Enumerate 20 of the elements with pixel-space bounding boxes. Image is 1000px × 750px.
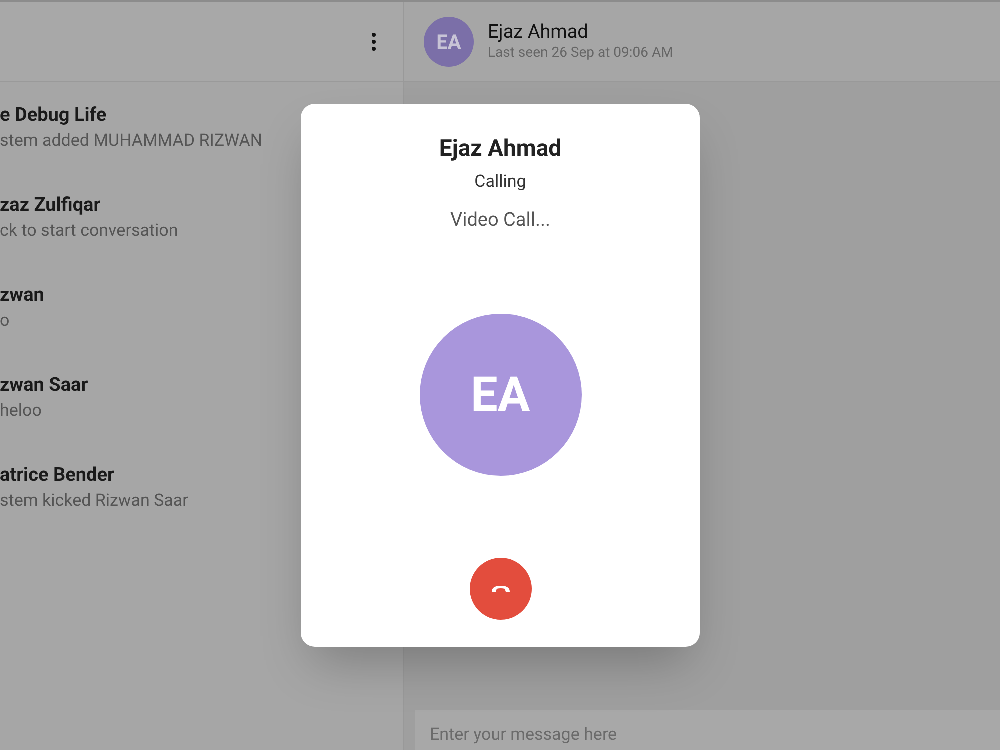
hang-up-icon — [490, 584, 510, 594]
call-status: Calling — [474, 171, 526, 194]
call-type: Video Call... — [450, 207, 551, 233]
contact-name: atrice Bender — [0, 462, 114, 488]
message-preview: ck to start conversation — [0, 220, 178, 243]
caller-avatar: EA — [420, 314, 582, 476]
more-options-icon[interactable] — [371, 32, 377, 52]
contact-name: zwan — [0, 282, 44, 308]
message-preview: o — [0, 310, 10, 333]
contact-name: zaz Zulfiqar — [0, 192, 101, 218]
caller-name: Ejaz Ahmad — [439, 134, 562, 164]
message-preview: stem added MUHAMMAD RIZWAN — [0, 130, 262, 153]
message-preview: heloo — [0, 400, 42, 423]
last-seen-text: Last seen 26 Sep at 09:06 AM — [488, 44, 674, 62]
message-preview: stem kicked Rizwan Saar — [0, 490, 188, 513]
contact-name: Ejaz Ahmad — [488, 20, 588, 42]
message-input[interactable]: Enter your message here — [415, 710, 1000, 750]
contact-name: zwan Saar — [0, 372, 88, 398]
contact-avatar: EA — [424, 16, 474, 66]
contact-name: e Debug Life — [0, 102, 107, 128]
